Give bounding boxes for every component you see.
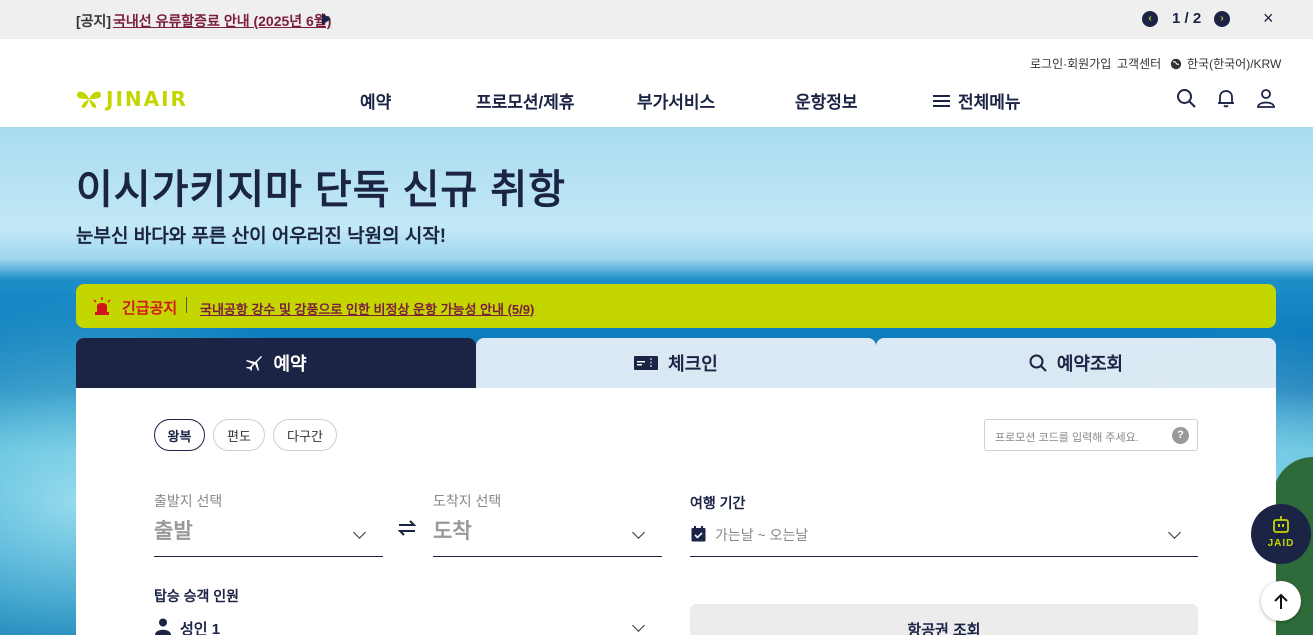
ticket-icon	[634, 356, 659, 370]
robot-icon	[1273, 516, 1289, 533]
origin-label: 출발지 선택	[154, 493, 223, 509]
notice-prefix: [공지]	[76, 13, 112, 29]
trip-type-multicity[interactable]: 다구간	[273, 419, 337, 451]
airplane-icon	[246, 356, 263, 371]
travel-period-input[interactable]: 가는날 ~ 오는날	[715, 525, 808, 545]
booking-panel: 왕복 편도 다구간 프로모션 코드를 입력해 주세요. ? 출발지 선택 출발 …	[76, 388, 1276, 635]
travel-period-label: 여행 기간	[690, 495, 746, 511]
logo-wordmark: JINAIR	[106, 87, 188, 111]
origin-underline	[154, 556, 383, 557]
flight-search-button[interactable]: 항공권 조회	[690, 604, 1198, 635]
nav-booking[interactable]: 예약	[360, 88, 391, 113]
chevron-down-icon[interactable]	[1168, 526, 1181, 539]
chatbot-button[interactable]: JAID	[1251, 504, 1311, 564]
chevron-down-icon[interactable]	[353, 526, 366, 539]
nav-all-menu[interactable]: 전체메뉴	[933, 88, 1021, 113]
play-icon[interactable]	[322, 13, 331, 25]
emergency-notice-link[interactable]: 국내공항 강수 및 강풍으로 인한 비정상 운항 가능성 안내 (5/9)	[200, 299, 534, 318]
travel-period-underline	[690, 556, 1198, 557]
chevron-down-icon[interactable]	[632, 619, 645, 632]
chatbot-label: JAID	[1267, 538, 1295, 549]
jinair-logo[interactable]: JINAIR	[76, 87, 188, 111]
promo-code-input[interactable]: 프로모션 코드를 입력해 주세요. ?	[984, 419, 1198, 451]
destination-label: 도착지 선택	[433, 493, 502, 509]
search-icon[interactable]	[1176, 88, 1196, 108]
tab-checkin-label: 체크인	[668, 354, 718, 374]
globe-icon	[1170, 58, 1182, 69]
destination-select[interactable]: 도착	[433, 515, 472, 545]
person-icon	[155, 618, 171, 635]
notice-link[interactable]: 국내선 유류할증료 안내 (2025년 6월)	[113, 11, 331, 31]
promo-code-placeholder: 프로모션 코드를 입력해 주세요.	[995, 432, 1139, 444]
search-icon	[1029, 354, 1047, 372]
language-label: 한국(한국어)/KRW	[1187, 57, 1282, 71]
close-icon[interactable]: ×	[1263, 8, 1274, 29]
butterfly-icon	[77, 91, 101, 108]
nav-extra-service[interactable]: 부가서비스	[637, 88, 715, 113]
swap-icon[interactable]	[396, 518, 418, 538]
site-header: 로그인·회원가입 고객센터 한국(한국어)/KRW JINAIR 예약 프로모션…	[0, 39, 1313, 127]
hero-title: 이시가키지마 단독 신규 취항	[76, 168, 566, 212]
passenger-label: 탑승 승객 인원	[154, 588, 240, 604]
login-link[interactable]: 로그인·회원가입	[1030, 55, 1111, 72]
nav-promotion[interactable]: 프로모션/제휴	[476, 88, 575, 113]
scroll-to-top-button[interactable]	[1261, 581, 1301, 621]
trip-type-roundtrip[interactable]: 왕복	[154, 419, 205, 451]
calendar-icon	[691, 526, 706, 542]
tab-booking-label: 예약	[273, 354, 307, 374]
tab-checkin[interactable]: 체크인	[476, 338, 876, 388]
notice-pager: 1 / 2	[1172, 10, 1202, 27]
emergency-notice-label: 긴급공지	[122, 300, 178, 317]
help-icon[interactable]: ?	[1172, 427, 1189, 444]
notice-bar: [공지] 국내선 유류할증료 안내 (2025년 6월) ‹ 1 / 2 › ×	[0, 0, 1313, 39]
arrow-up-icon	[1274, 593, 1288, 609]
user-icon[interactable]	[1256, 88, 1276, 108]
language-selector[interactable]: 한국(한국어)/KRW	[1170, 55, 1281, 72]
bell-icon[interactable]	[1216, 88, 1236, 108]
customer-center-link[interactable]: 고객센터	[1117, 55, 1161, 72]
destination-underline	[433, 556, 662, 557]
tab-booking[interactable]: 예약	[76, 338, 476, 388]
trip-type-oneway[interactable]: 편도	[213, 419, 265, 451]
tab-booking-lookup[interactable]: 예약조회	[876, 338, 1276, 388]
divider	[186, 297, 187, 313]
passenger-select[interactable]: 성인 1	[180, 618, 220, 635]
hamburger-icon	[933, 94, 950, 107]
nav-all-menu-label: 전체메뉴	[958, 93, 1021, 112]
nav-flight-info[interactable]: 운항정보	[795, 88, 858, 113]
hero-subtitle: 눈부신 바다와 푸른 산이 어우러진 낙원의 시작!	[76, 226, 447, 247]
origin-select[interactable]: 출발	[154, 515, 193, 545]
chevron-down-icon[interactable]	[632, 526, 645, 539]
tab-booking-lookup-label: 예약조회	[1056, 354, 1124, 374]
siren-icon	[93, 297, 111, 315]
emergency-notice: 긴급공지 국내공항 강수 및 강풍으로 인한 비정상 운항 가능성 안내 (5/…	[76, 284, 1276, 328]
next-icon[interactable]: ›	[1214, 11, 1230, 27]
prev-icon[interactable]: ‹	[1142, 11, 1158, 27]
